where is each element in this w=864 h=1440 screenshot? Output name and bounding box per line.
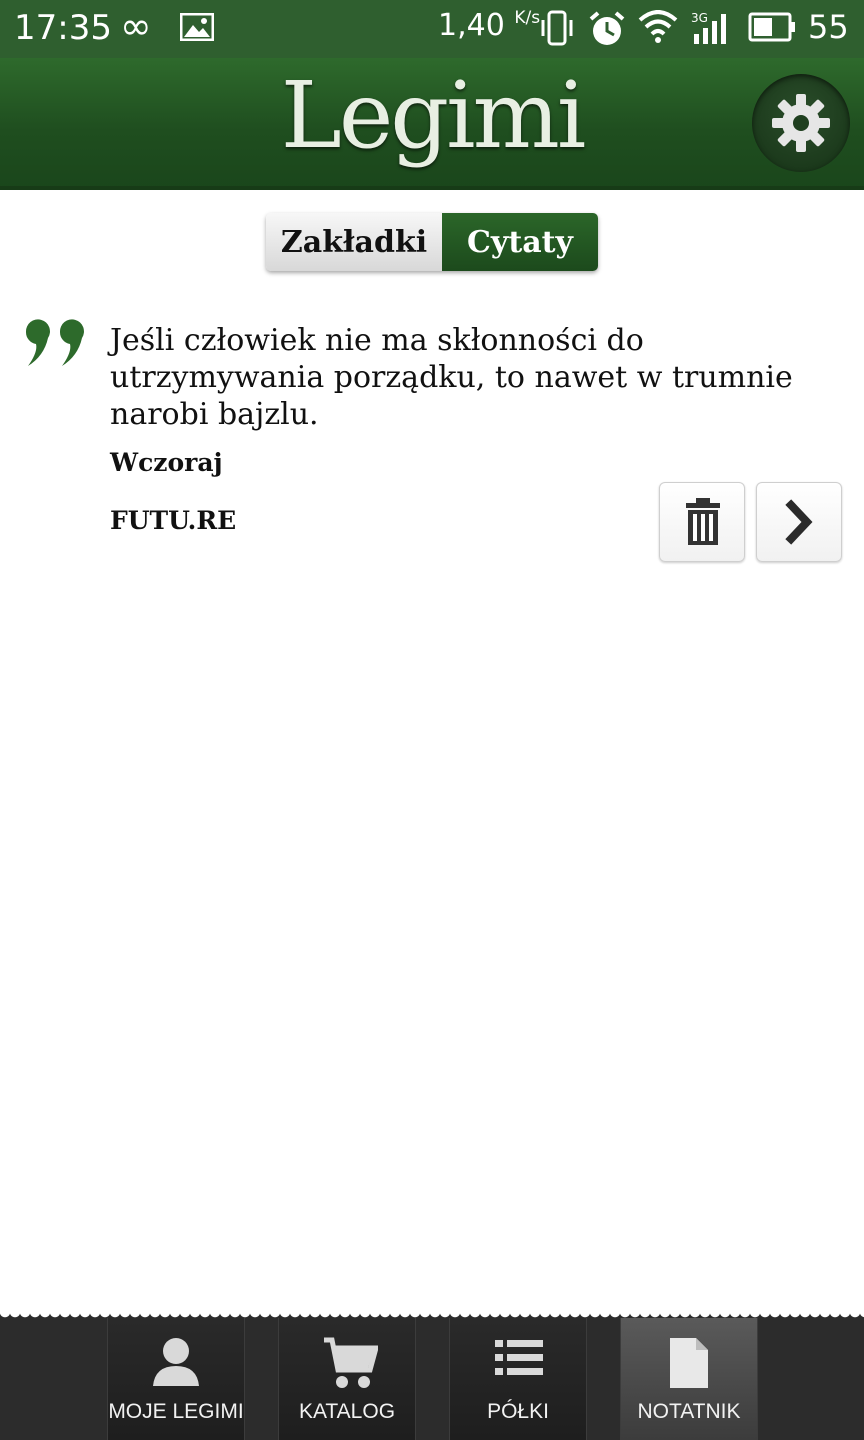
- list-icon: [495, 1340, 543, 1375]
- app-header: Legimi: [0, 58, 864, 190]
- nav-label: PÓŁKI: [487, 1400, 549, 1423]
- status-time: 17:35: [14, 8, 112, 48]
- battery-icon: [748, 12, 795, 42]
- signal-icon: 3G: [691, 11, 726, 44]
- tab-bookmarks[interactable]: Zakładki: [266, 213, 442, 271]
- wifi-icon: [638, 10, 678, 43]
- trash-icon: [686, 498, 720, 545]
- cart-icon: [324, 1337, 378, 1388]
- quote-text: Jeśli człowiek nie ma skłonności do utrz…: [110, 323, 793, 432]
- quote-date: Wczoraj: [110, 448, 223, 477]
- chevron-right-icon: [785, 499, 813, 545]
- bottom-navigation: MOJE LEGIMI KATALOG PÓŁKI NOTATNIK: [0, 1312, 864, 1440]
- network-speed: 1,40 K/s: [438, 8, 541, 43]
- nav-my-legimi[interactable]: MOJE LEGIMI: [107, 1318, 245, 1440]
- quote-mark-icon: [25, 319, 84, 366]
- svg-text:3G: 3G: [691, 11, 708, 25]
- image-icon: [180, 13, 214, 41]
- nav-shelves[interactable]: PÓŁKI: [449, 1318, 587, 1440]
- open-quote-button[interactable]: [756, 482, 842, 562]
- settings-button[interactable]: [752, 74, 850, 172]
- battery-level: 55: [808, 8, 849, 46]
- nav-notebook[interactable]: NOTATNIK: [620, 1318, 758, 1440]
- notebook-tabs: Zakładki Cytaty: [266, 213, 598, 271]
- delete-quote-button[interactable]: [659, 482, 745, 562]
- gear-icon: [772, 94, 830, 152]
- alarm-icon: [589, 11, 625, 45]
- document-icon: [670, 1338, 708, 1388]
- nav-label: MOJE LEGIMI: [108, 1400, 244, 1423]
- vibrate-icon: [541, 10, 573, 46]
- user-icon: [153, 1338, 199, 1386]
- legimi-logo: Legimi: [280, 62, 587, 169]
- status-bar: 17:35 ∞ 1,40 K/s 3G 55: [0, 0, 864, 58]
- nav-catalog[interactable]: KATALOG: [278, 1318, 416, 1440]
- nav-label: NOTATNIK: [637, 1400, 741, 1423]
- nav-label: KATALOG: [298, 1400, 396, 1423]
- tab-quotes[interactable]: Cytaty: [442, 213, 598, 271]
- quote-book-title: FUTU.RE: [110, 506, 237, 535]
- infinity-icon: ∞: [120, 4, 152, 48]
